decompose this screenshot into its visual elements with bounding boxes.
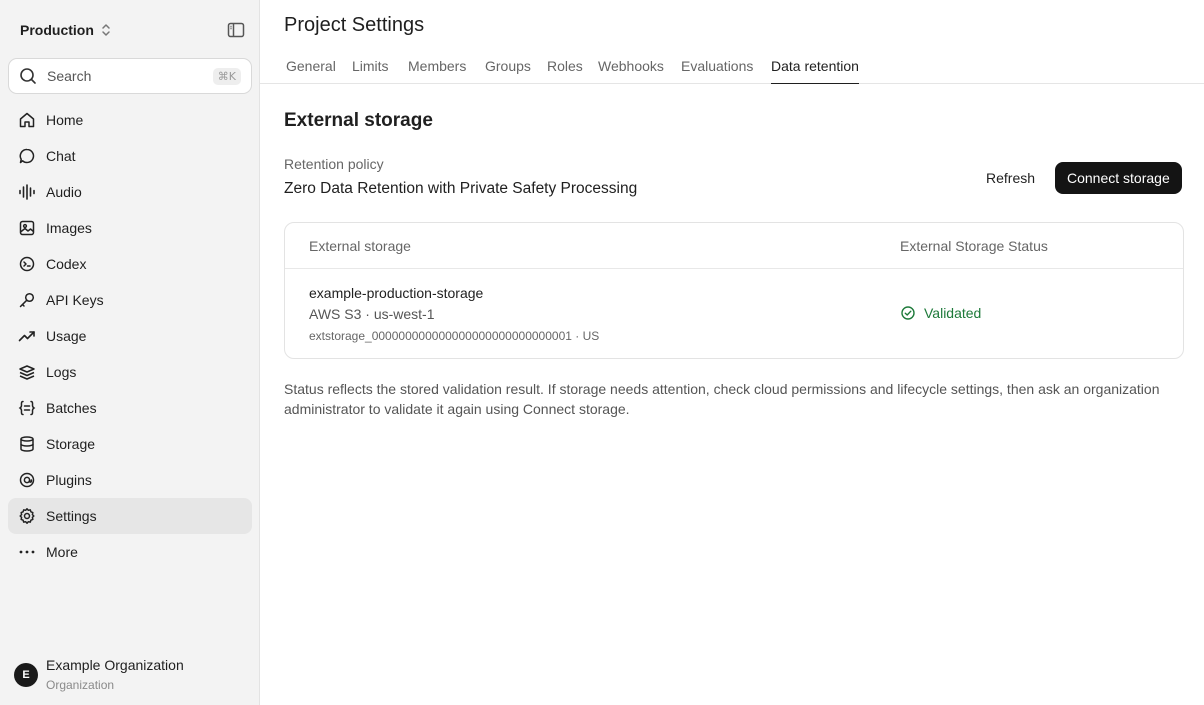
home-icon (19, 112, 35, 128)
settings-icon (19, 508, 35, 524)
sidebar-item-usage[interactable]: Usage (8, 318, 252, 354)
sidebar-item-api-keys[interactable]: API Keys (8, 282, 252, 318)
project-name: Production (20, 22, 94, 38)
sidebar-item-audio[interactable]: Audio (8, 174, 252, 210)
sidebar-item-more[interactable]: More (8, 534, 252, 570)
storage-name: example-production-storage (309, 285, 484, 301)
check-circle-icon (901, 306, 915, 320)
table-header: External storage External Storage Status (285, 223, 1183, 269)
sidebar-item-batches[interactable]: Batches (8, 390, 252, 426)
sidebar-item-plugins[interactable]: Plugins (8, 462, 252, 498)
sidebar-item-label: Usage (46, 328, 87, 344)
external-storage-table: External storage External Storage Status… (284, 222, 1184, 359)
key-icon (19, 292, 35, 308)
sidebar-item-label: Storage (46, 436, 96, 452)
sidebar-item-storage[interactable]: Storage (8, 426, 252, 462)
storage-provider: AWS S3 · us-west-1 (309, 306, 435, 322)
search-icon (20, 68, 36, 84)
tab-evaluations[interactable]: Evaluations (681, 58, 753, 83)
batches-icon (18, 400, 36, 416)
retention-policy-value: Zero Data Retention with Private Safety … (284, 180, 638, 197)
sidebar-item-label: Audio (46, 184, 82, 200)
codex-icon (19, 256, 35, 272)
search-input[interactable]: Search ⌘K (8, 58, 252, 94)
plugins-icon (19, 472, 35, 488)
more-icon (19, 550, 35, 554)
sidebar-item-chat[interactable]: Chat (8, 138, 252, 174)
column-header-status: External Storage Status (900, 238, 1048, 254)
sidebar-item-label: Codex (46, 256, 87, 272)
sidebar-toggle-icon[interactable] (226, 20, 246, 40)
sidebar-item-label: Images (46, 220, 92, 236)
tab-groups[interactable]: Groups (485, 58, 531, 83)
table-row[interactable]: example-production-storage AWS S3 · us-w… (285, 269, 1183, 358)
organization-subtitle: Organization (46, 678, 115, 692)
sidebar-item-home[interactable]: Home (8, 102, 252, 138)
sidebar-item-label: Logs (46, 364, 77, 380)
status-badge: Validated (901, 305, 981, 321)
status-note: Status reflects the stored validation re… (284, 381, 1160, 417)
sidebar-item-label: Plugins (46, 472, 92, 488)
usage-icon (18, 331, 35, 342)
sidebar: Production Search ⌘K Home Chat Audio Ima… (0, 0, 260, 705)
chevron-up-down-icon (102, 24, 110, 36)
status-text: Validated (924, 305, 982, 321)
tab-data-retention[interactable]: Data retention (771, 58, 859, 84)
refresh-button[interactable]: Refresh (974, 162, 1047, 194)
sidebar-item-label: API Keys (46, 292, 104, 308)
sidebar-item-label: Chat (46, 148, 76, 164)
connect-storage-button[interactable]: Connect storage (1055, 162, 1182, 194)
sidebar-item-settings[interactable]: Settings (8, 498, 252, 534)
tab-members[interactable]: Members (408, 58, 466, 83)
organization-name: Example Organization (46, 657, 184, 673)
section-title: External storage (284, 110, 433, 131)
tab-webhooks[interactable]: Webhooks (598, 58, 664, 83)
image-icon (19, 220, 35, 236)
column-header-storage: External storage (309, 238, 411, 254)
chat-icon (19, 148, 35, 164)
settings-tabs: General Limits Members Groups Roles Webh… (260, 50, 1204, 84)
page-title: Project Settings (284, 14, 425, 36)
sidebar-item-label: Batches (46, 400, 97, 416)
project-switcher[interactable]: Production (20, 19, 112, 41)
sidebar-item-label: More (46, 544, 78, 560)
organization-info: Example Organization Organization (46, 656, 184, 693)
organization-switcher[interactable]: E Example Organization Organization (14, 656, 184, 693)
storage-id: extstorage_00000000000000000000000000000… (309, 329, 600, 343)
sidebar-item-images[interactable]: Images (8, 210, 252, 246)
search-placeholder: Search (47, 68, 92, 84)
audio-icon (19, 184, 35, 200)
sidebar-item-codex[interactable]: Codex (8, 246, 252, 282)
sidebar-item-label: Settings (46, 508, 97, 524)
retention-policy-label: Retention policy (284, 156, 384, 172)
tab-general[interactable]: General (286, 58, 336, 83)
sidebar-nav: Home Chat Audio Images Codex API Keys Us… (8, 102, 252, 570)
tab-roles[interactable]: Roles (547, 58, 583, 83)
logs-icon (19, 365, 35, 380)
sidebar-item-label: Home (46, 112, 84, 128)
main-content: Project Settings General Limits Members … (260, 0, 1204, 705)
storage-icon (20, 436, 34, 452)
tab-limits[interactable]: Limits (352, 58, 389, 83)
avatar: E (14, 662, 38, 687)
search-shortcut: ⌘K (212, 67, 241, 85)
sidebar-item-logs[interactable]: Logs (8, 354, 252, 390)
